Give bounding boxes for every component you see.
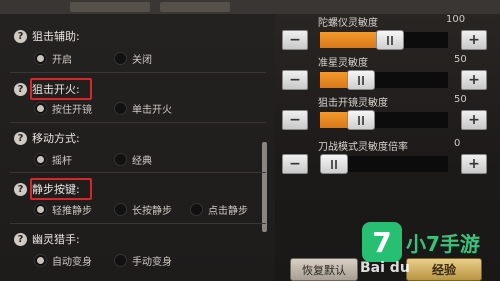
radio-checked-icon[interactable]: [34, 152, 47, 166]
option-label: 开启: [52, 54, 72, 66]
divider: [10, 72, 266, 73]
help-icon[interactable]: ?: [14, 182, 27, 196]
help-icon[interactable]: ?: [14, 29, 27, 43]
slider-value: 50: [454, 94, 467, 105]
slider-thumb[interactable]: [347, 70, 375, 90]
radio-unchecked-icon[interactable]: [114, 51, 127, 65]
decrease-button[interactable]: −: [282, 70, 308, 90]
decrease-button[interactable]: −: [282, 30, 308, 50]
divider: [10, 172, 266, 173]
option-label: 点击静步: [208, 205, 248, 217]
section-sniper-assist: ? 狙击辅助:: [14, 27, 80, 45]
decrease-button[interactable]: −: [282, 110, 308, 130]
radio-checked-icon[interactable]: [34, 202, 47, 216]
slider-title: 刀战模式灵敏度倍率: [318, 142, 408, 153]
option-label: 单击开火: [132, 104, 172, 116]
option-tap-fire[interactable]: 单击开火: [114, 100, 172, 116]
scrollbar[interactable]: [262, 142, 267, 232]
slider-value: 50: [454, 54, 467, 65]
option-label: 轻推静步: [52, 205, 92, 217]
section-title: 狙击辅助:: [32, 30, 80, 43]
section-move-mode: ? 移动方式:: [14, 129, 80, 147]
slider-track[interactable]: [320, 70, 448, 90]
section-title: 移动方式:: [32, 132, 80, 145]
option-tap-quiet[interactable]: 点击静步: [190, 201, 248, 217]
increase-button[interactable]: +: [461, 110, 487, 130]
option-label: 长按静步: [132, 205, 172, 217]
slider-thumb[interactable]: [347, 110, 375, 130]
radio-checked-icon[interactable]: [34, 101, 47, 115]
radio-unchecked-icon[interactable]: [114, 253, 127, 267]
radio-unchecked-icon[interactable]: [114, 202, 127, 216]
slider-value: 0: [454, 138, 461, 149]
radio-unchecked-icon[interactable]: [190, 202, 203, 216]
option-label: 关闭: [132, 54, 152, 66]
option-label: 手动变身: [132, 256, 172, 268]
radio-unchecked-icon[interactable]: [114, 152, 127, 166]
section-title: 幽灵猎手:: [32, 233, 80, 246]
experience-button[interactable]: 经验: [406, 258, 482, 281]
section-ghost-hunter: ? 幽灵猎手:: [14, 230, 80, 248]
decrease-button[interactable]: −: [282, 154, 308, 174]
brand-logo: 7: [362, 222, 402, 262]
radio-unchecked-icon[interactable]: [114, 101, 127, 115]
slider-thumb[interactable]: [320, 154, 348, 174]
divider: [10, 122, 266, 123]
divider: [10, 223, 266, 224]
option-hold-scope[interactable]: 按住开镜: [34, 100, 92, 116]
option-classic[interactable]: 经典: [114, 151, 152, 167]
option-manual-transform[interactable]: 手动变身: [114, 252, 172, 268]
increase-button[interactable]: +: [461, 70, 487, 90]
help-icon[interactable]: ?: [14, 82, 27, 96]
top-tab[interactable]: [70, 2, 150, 12]
increase-button[interactable]: +: [461, 154, 487, 174]
radio-checked-icon[interactable]: [34, 51, 47, 65]
increase-button[interactable]: +: [461, 30, 487, 50]
slider-track[interactable]: [320, 30, 448, 50]
option-light-push-quiet[interactable]: 轻推静步: [34, 201, 92, 217]
radio-checked-icon[interactable]: [34, 253, 47, 267]
highlight-box: [30, 78, 92, 100]
option-label: 按住开镜: [52, 104, 92, 116]
help-icon[interactable]: ?: [14, 232, 27, 246]
highlight-box: [30, 178, 92, 200]
slider-track[interactable]: [320, 110, 448, 130]
slider-title: 准星灵敏度: [318, 58, 368, 69]
reset-default-button[interactable]: 恢复默认: [290, 258, 358, 281]
help-icon[interactable]: ?: [14, 131, 27, 145]
slider-title: 狙击开镜灵敏度: [318, 98, 388, 109]
brand-name: 小7手游: [406, 232, 480, 256]
top-strip: [0, 0, 500, 14]
option-label: 经典: [132, 155, 152, 167]
slider-value: 100: [446, 14, 466, 25]
option-sniper-assist-on[interactable]: 开启: [34, 50, 72, 66]
option-joystick[interactable]: 摇杆: [34, 151, 72, 167]
option-long-press-quiet[interactable]: 长按静步: [114, 201, 172, 217]
option-label: 自动变身: [52, 256, 92, 268]
slider-title: 陀螺仪灵敏度: [318, 18, 378, 29]
option-label: 摇杆: [52, 155, 72, 167]
slider-thumb[interactable]: [376, 30, 404, 50]
option-auto-transform[interactable]: 自动变身: [34, 252, 92, 268]
top-tab[interactable]: [160, 2, 230, 12]
option-sniper-assist-off[interactable]: 关闭: [114, 50, 152, 66]
watermark: Bai du: [360, 260, 410, 276]
slider-track[interactable]: [320, 154, 448, 174]
